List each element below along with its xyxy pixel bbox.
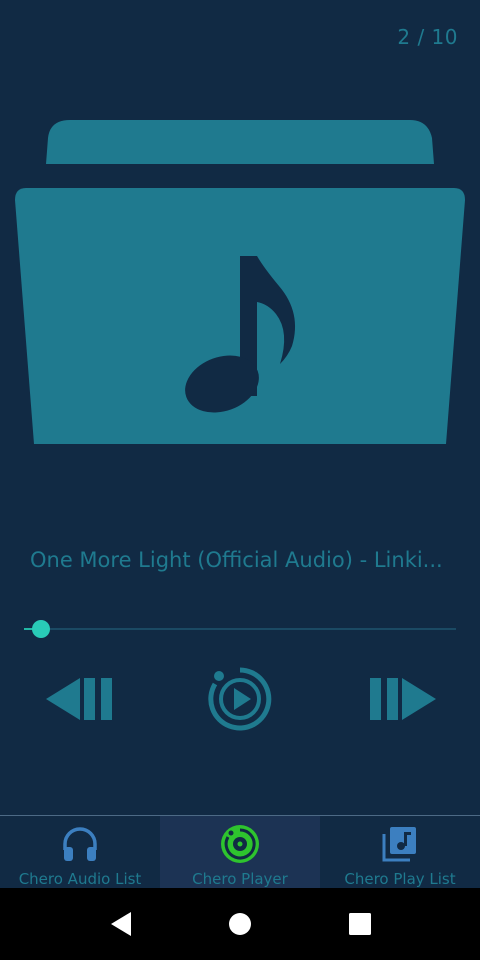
play-button[interactable] [206, 666, 274, 732]
album-art [14, 118, 466, 448]
seek-bar[interactable] [24, 618, 456, 640]
music-library-icon [382, 827, 416, 862]
next-button[interactable] [364, 666, 440, 732]
disc-icon [221, 825, 259, 863]
track-counter: 2 / 10 [397, 25, 458, 49]
folder-music-icon [15, 120, 465, 444]
tab-play-list[interactable]: Chero Play List [320, 816, 480, 889]
tab-player[interactable]: Chero Player [160, 816, 320, 889]
seek-track [24, 628, 456, 630]
tab-audio-list-label: Chero Audio List [18, 870, 142, 888]
track-title: One More Light (Official Audio) - Linki.… [30, 548, 443, 572]
skip-next-icon [370, 678, 436, 720]
player-screen: 2 / 10 One More Light (Official Audio) -… [0, 0, 480, 888]
tab-player-label: Chero Player [192, 870, 288, 888]
back-button[interactable] [80, 888, 160, 960]
play-circle-icon [208, 667, 272, 731]
skip-previous-icon [46, 678, 112, 720]
recents-square-icon [349, 913, 371, 935]
tab-play-list-label: Chero Play List [344, 870, 456, 888]
tab-audio-list[interactable]: Chero Audio List [0, 816, 160, 889]
home-circle-icon [229, 913, 251, 935]
back-triangle-icon [111, 912, 131, 936]
recents-button[interactable] [320, 888, 400, 960]
bottom-navigation: Chero Audio List Chero Player Chero Play… [0, 815, 480, 889]
headphones-icon [63, 827, 97, 861]
system-navigation-bar [0, 888, 480, 960]
previous-button[interactable] [42, 666, 118, 732]
home-button[interactable] [200, 888, 280, 960]
seek-thumb[interactable] [32, 620, 51, 638]
